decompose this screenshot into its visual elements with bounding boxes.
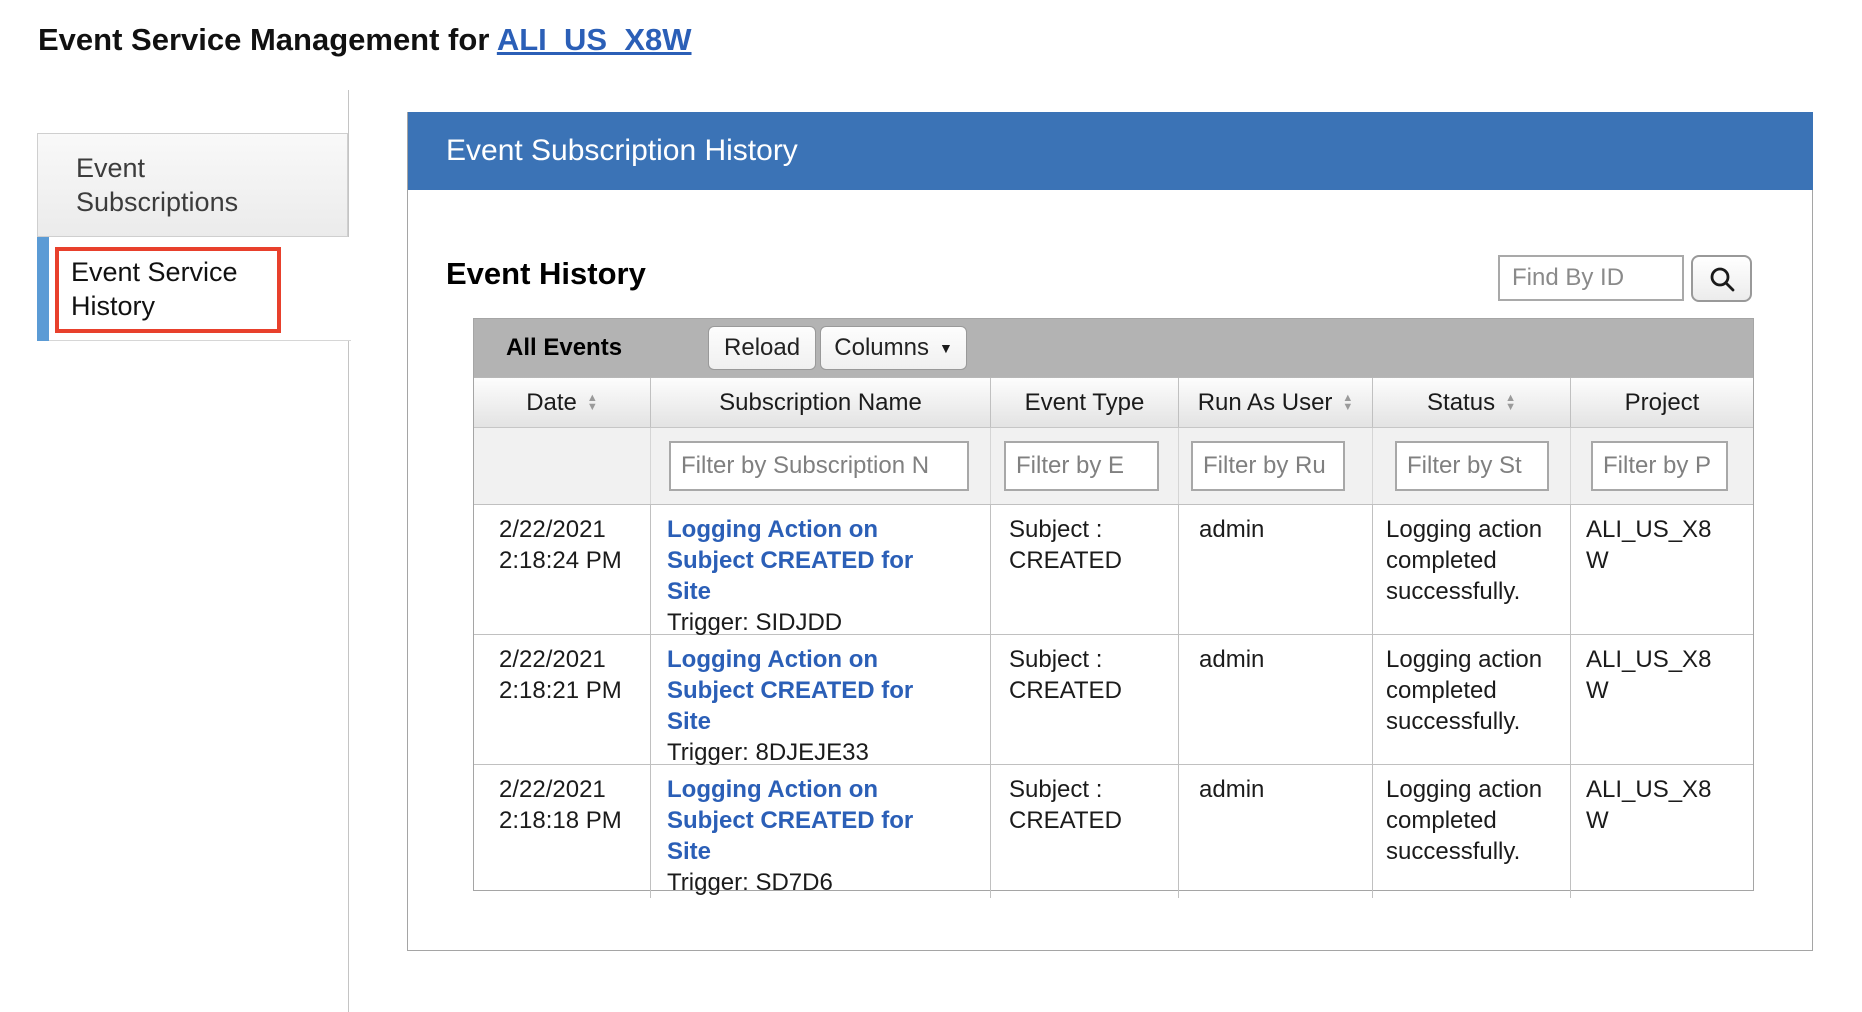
run-as-user-cell: admin	[1179, 505, 1373, 638]
column-label: Run As User	[1198, 389, 1333, 417]
date-cell: 2/22/2021 2:18:18 PM	[474, 765, 651, 898]
subscription-link[interactable]: Logging Action on Subject CREATED for Si…	[667, 774, 937, 867]
subscription-link[interactable]: Logging Action on Subject CREATED for Si…	[667, 644, 937, 737]
filter-cell-project	[1571, 428, 1753, 504]
sidebar-item-event-service-history[interactable]: Event Service History	[37, 237, 351, 341]
subscription-cell: Logging Action on Subject CREATED for Si…	[651, 505, 991, 638]
highlight-annotation: Event Service History	[55, 247, 281, 333]
filter-cell-run-as-user	[1179, 428, 1373, 504]
table-row: 2/22/2021 2:18:21 PM Logging Action on S…	[474, 634, 1753, 764]
table-filter-row	[474, 427, 1753, 504]
trigger-text: Trigger: SD7D6	[667, 867, 990, 898]
page-title-text: Event Service Management for	[38, 22, 497, 57]
active-tab-accent-bar	[37, 237, 49, 341]
event-type-cell: Subject : CREATED	[991, 505, 1179, 638]
project-cell: ALI_US_X8W	[1571, 505, 1753, 638]
column-label: Project	[1625, 389, 1700, 417]
project-cell: ALI_US_X8W	[1571, 765, 1753, 898]
run-as-user-cell: admin	[1179, 765, 1373, 898]
sort-icon: ▲▼	[1505, 394, 1516, 412]
event-subscription-history-panel: Event Subscription History Event History…	[407, 112, 1813, 951]
sort-icon: ▲▼	[1342, 394, 1353, 412]
column-label: Event Type	[1025, 389, 1145, 417]
filter-cell-subscription	[651, 428, 991, 504]
column-label: Subscription Name	[719, 389, 922, 417]
sidebar-item-label: Event Subscriptions	[76, 151, 306, 219]
table-header-row: Date ▲▼ Subscription Name Event Type Run…	[474, 377, 1753, 427]
filter-event-type-input[interactable]	[1004, 441, 1159, 491]
search-icon	[1708, 265, 1736, 293]
filter-status-input[interactable]	[1395, 441, 1549, 491]
filter-run-as-user-input[interactable]	[1191, 441, 1345, 491]
columns-dropdown-button[interactable]: Columns ▼	[820, 326, 967, 370]
column-header-project: Project	[1571, 378, 1753, 427]
sidebar-item-label: Event Service History	[59, 251, 265, 323]
event-history-heading: Event History	[446, 256, 646, 292]
sort-icon: ▲▼	[587, 394, 598, 412]
date-cell: 2/22/2021 2:18:24 PM	[474, 505, 651, 638]
sidebar-item-event-subscriptions[interactable]: Event Subscriptions	[37, 133, 348, 237]
find-by-id-input[interactable]	[1498, 255, 1684, 301]
trigger-text: Trigger: SIDJDD	[667, 607, 990, 638]
event-type-cell: Subject : CREATED	[991, 765, 1179, 898]
status-cell: Logging action completed successfully.	[1373, 765, 1571, 898]
run-as-user-cell: admin	[1179, 635, 1373, 768]
table-row: 2/22/2021 2:18:24 PM Logging Action on S…	[474, 504, 1753, 634]
table-toolbar: All Events Reload Columns ▼	[474, 319, 1753, 377]
chevron-down-icon: ▼	[939, 340, 953, 356]
column-header-run-as-user[interactable]: Run As User ▲▼	[1179, 378, 1373, 427]
subscription-link[interactable]: Logging Action on Subject CREATED for Si…	[667, 514, 937, 607]
column-label: Status	[1427, 389, 1495, 417]
subscription-cell: Logging Action on Subject CREATED for Si…	[651, 765, 991, 898]
filter-cell-date	[474, 428, 651, 504]
project-link[interactable]: ALI_US_X8W	[497, 22, 692, 57]
column-label: Date	[526, 389, 577, 417]
column-header-status[interactable]: Status ▲▼	[1373, 378, 1571, 427]
date-cell: 2/22/2021 2:18:21 PM	[474, 635, 651, 768]
filter-subscription-input[interactable]	[669, 441, 969, 491]
column-header-date[interactable]: Date ▲▼	[474, 378, 651, 427]
column-header-subscription-name: Subscription Name	[651, 378, 991, 427]
filter-project-input[interactable]	[1591, 441, 1728, 491]
filter-cell-status	[1373, 428, 1571, 504]
event-type-cell: Subject : CREATED	[991, 635, 1179, 768]
columns-label: Columns	[834, 334, 929, 362]
reload-button[interactable]: Reload	[708, 326, 816, 370]
column-header-event-type: Event Type	[991, 378, 1179, 427]
filter-cell-event-type	[991, 428, 1179, 504]
event-history-table: All Events Reload Columns ▼ Date ▲▼ Subs…	[473, 318, 1754, 891]
search-button[interactable]	[1691, 255, 1752, 302]
status-cell: Logging action completed successfully.	[1373, 505, 1571, 638]
trigger-text: Trigger: 8DJEJE33	[667, 737, 990, 768]
project-cell: ALI_US_X8W	[1571, 635, 1753, 768]
page-title: Event Service Management for ALI_US_X8W	[38, 22, 692, 58]
sidebar-divider	[348, 90, 349, 1012]
status-cell: Logging action completed successfully.	[1373, 635, 1571, 768]
table-row: 2/22/2021 2:18:18 PM Logging Action on S…	[474, 764, 1753, 890]
scope-label: All Events	[506, 334, 622, 362]
panel-header: Event Subscription History	[408, 112, 1813, 190]
subscription-cell: Logging Action on Subject CREATED for Si…	[651, 635, 991, 768]
